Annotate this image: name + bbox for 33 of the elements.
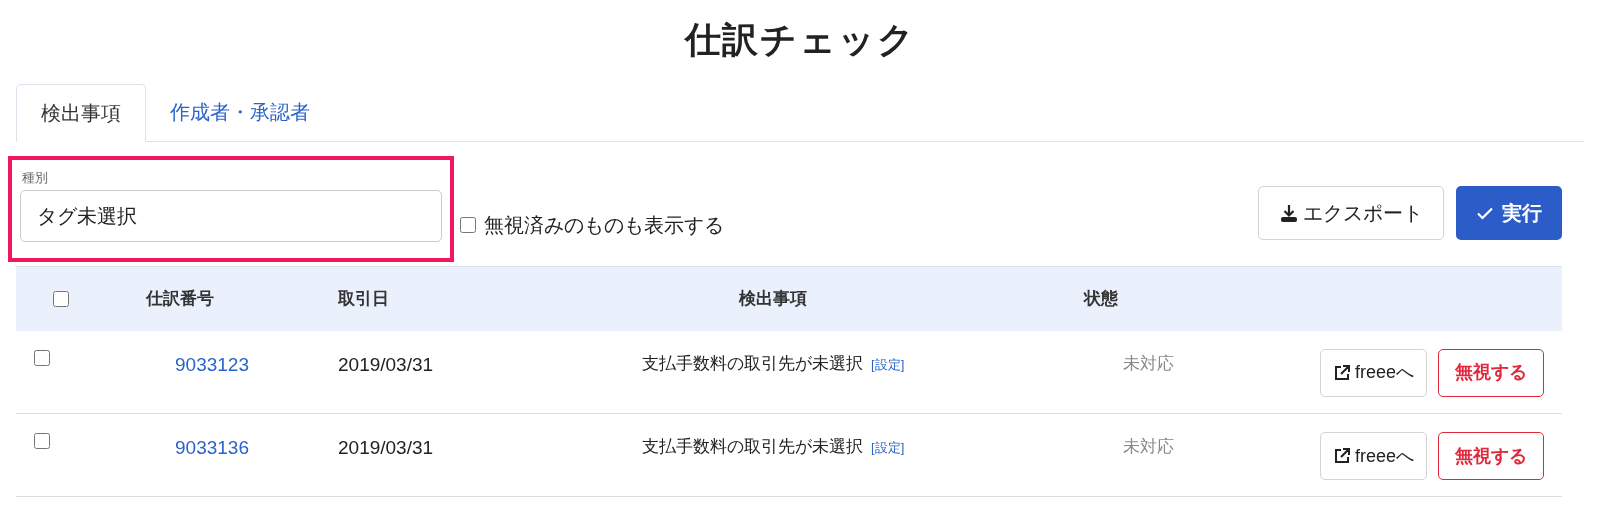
ignore-button[interactable]: 無視する — [1438, 432, 1544, 480]
tab[interactable]: 検出事項 — [16, 84, 146, 142]
table-cell: 未対応 — [1122, 353, 1174, 373]
entry-number-link[interactable]: 9033123 — [175, 353, 249, 375]
table-cell: 2019/03/31 — [338, 353, 434, 375]
table-cell: 2019/03/31 — [338, 437, 434, 458]
external-link-icon — [1332, 447, 1351, 465]
page-title: 仕訳チェック — [684, 18, 916, 62]
column-header: 状態 — [1084, 289, 1118, 308]
table-cell: 支払手数料の取引先が未選択 — [641, 353, 863, 373]
tab[interactable]: 作成者・承認者 — [146, 83, 334, 141]
column-header: 取引日 — [338, 289, 389, 308]
ignore-button[interactable]: 無視する — [1438, 348, 1544, 397]
row-checkbox[interactable] — [34, 433, 50, 449]
table-cell: 支払手数料の取引先が未選択 — [641, 437, 863, 456]
table-cell: 未対応 — [1122, 437, 1174, 456]
column-header: 仕訳番号 — [146, 289, 214, 308]
row-checkbox[interactable] — [34, 349, 50, 366]
select-all-checkbox[interactable] — [53, 291, 69, 308]
field-label: 種別 — [22, 169, 49, 187]
checkbox[interactable] — [460, 217, 476, 233]
export-button[interactable]: エクスポート — [1258, 186, 1444, 240]
checkbox-label: 無視済みのものも表示する — [484, 213, 724, 238]
column-header: 検出事項 — [739, 289, 807, 308]
open-button[interactable]: freeeへ — [1319, 348, 1427, 397]
settings-link[interactable]: [設定] — [871, 356, 905, 372]
run-button[interactable]: 実行 — [1456, 186, 1562, 240]
select-field[interactable]: タグ未選択 — [20, 190, 442, 242]
download-icon — [1279, 203, 1299, 223]
settings-link[interactable]: [設定] — [871, 440, 905, 455]
entry-number-link[interactable]: 9033136 — [175, 437, 249, 458]
external-link-icon — [1332, 363, 1351, 382]
open-button[interactable]: freeeへ — [1319, 432, 1427, 480]
